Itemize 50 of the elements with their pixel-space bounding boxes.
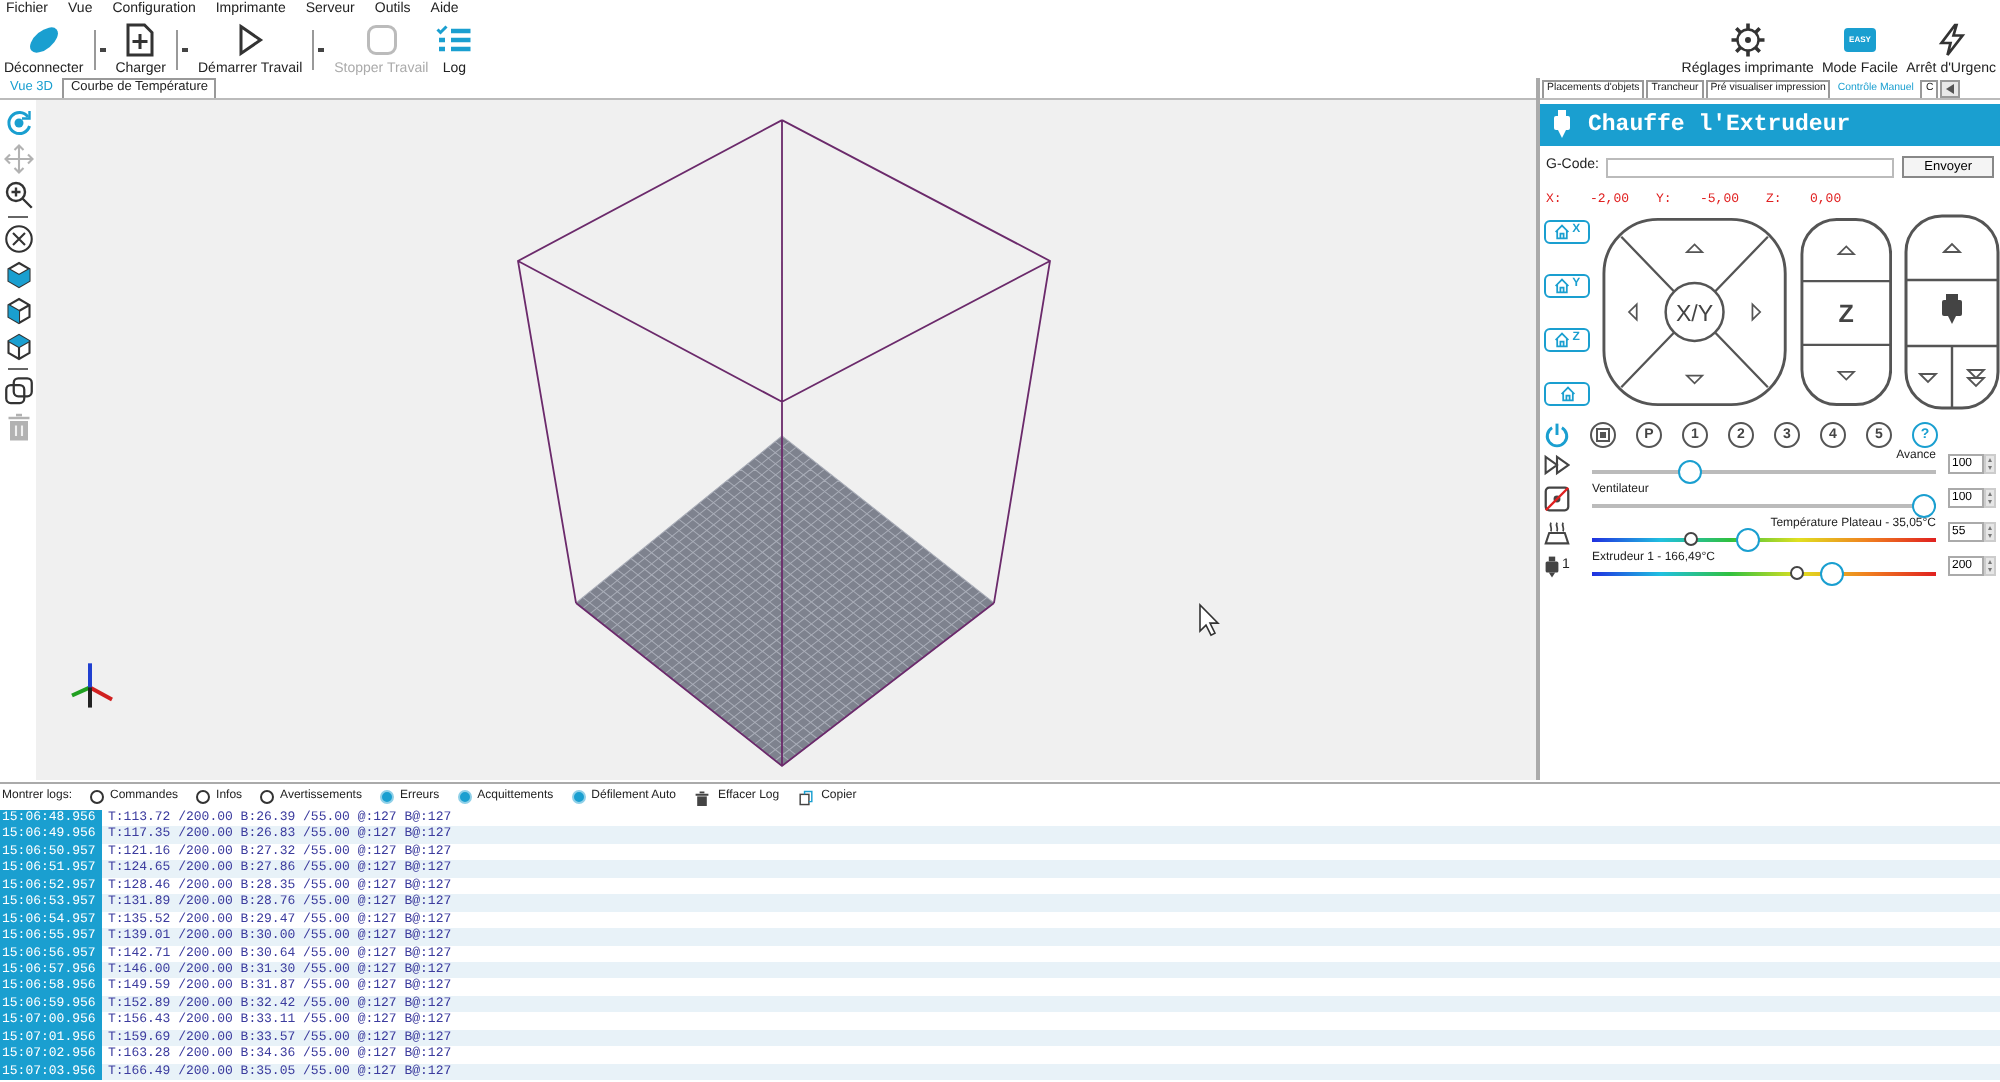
radio-button[interactable] xyxy=(260,790,275,804)
axes-icon xyxy=(71,663,113,708)
trash-icon xyxy=(694,789,711,805)
spin-buttons[interactable] xyxy=(1984,522,1996,543)
panel-title: Chauffe l'Extrudeur xyxy=(1588,111,1851,139)
slider-thumb[interactable] xyxy=(1912,493,1936,518)
spin-buttons[interactable] xyxy=(1984,488,1996,509)
xy-jog-pad[interactable]: X/Y xyxy=(1602,213,1788,410)
fan-off-icon xyxy=(1544,485,1570,512)
extruder-jog-pad[interactable] xyxy=(1904,213,2000,410)
gcode-field[interactable] xyxy=(1606,157,1895,178)
dropdown-caret-icon[interactable] xyxy=(99,48,106,52)
fast-forward-icon xyxy=(1544,451,1570,478)
cube-icon[interactable] xyxy=(3,296,33,326)
tab-scroll-button[interactable] xyxy=(1940,80,1961,98)
file-add-icon xyxy=(122,22,159,58)
duplicate-icon[interactable] xyxy=(3,376,33,406)
z-jog-pad[interactable]: Z xyxy=(1799,213,1892,410)
cube-icon[interactable] xyxy=(3,260,33,290)
home-icon xyxy=(1559,385,1576,402)
stop-button[interactable] xyxy=(1590,421,1616,448)
home-icon xyxy=(1554,331,1571,348)
power-icon xyxy=(1544,419,1570,450)
lightning-icon xyxy=(1933,22,1970,58)
settings-icon xyxy=(1729,22,1766,58)
dropdown-caret-icon[interactable] xyxy=(318,48,325,52)
home-button[interactable] xyxy=(1544,381,1591,406)
slider-thumb[interactable] xyxy=(1736,527,1760,552)
slider-thumb[interactable] xyxy=(1678,459,1703,484)
connect-icon xyxy=(25,22,62,58)
rotate-icon[interactable] xyxy=(3,108,33,138)
radio-button[interactable] xyxy=(90,790,105,804)
heated-bed-icon xyxy=(1544,519,1570,546)
radio-button[interactable] xyxy=(196,790,211,804)
mouse-cursor-icon xyxy=(1199,603,1220,637)
power-button[interactable] xyxy=(1544,421,1570,448)
copy-icon xyxy=(797,789,814,805)
zoom-icon[interactable] xyxy=(3,180,33,210)
extruder-icon xyxy=(1552,110,1572,140)
fit-view-icon[interactable] xyxy=(3,224,33,254)
home-icon xyxy=(1554,277,1571,294)
spin-buttons[interactable] xyxy=(1984,454,1996,475)
stop-icon xyxy=(363,22,400,58)
slider-thumb[interactable] xyxy=(1819,561,1844,586)
home-icon xyxy=(1554,223,1571,240)
spin-buttons[interactable] xyxy=(1984,556,1996,577)
extruder-icon xyxy=(1544,553,1560,580)
square-icon xyxy=(1596,427,1610,442)
cube-icon[interactable] xyxy=(3,332,33,362)
left-arrow-icon xyxy=(1946,84,1955,94)
